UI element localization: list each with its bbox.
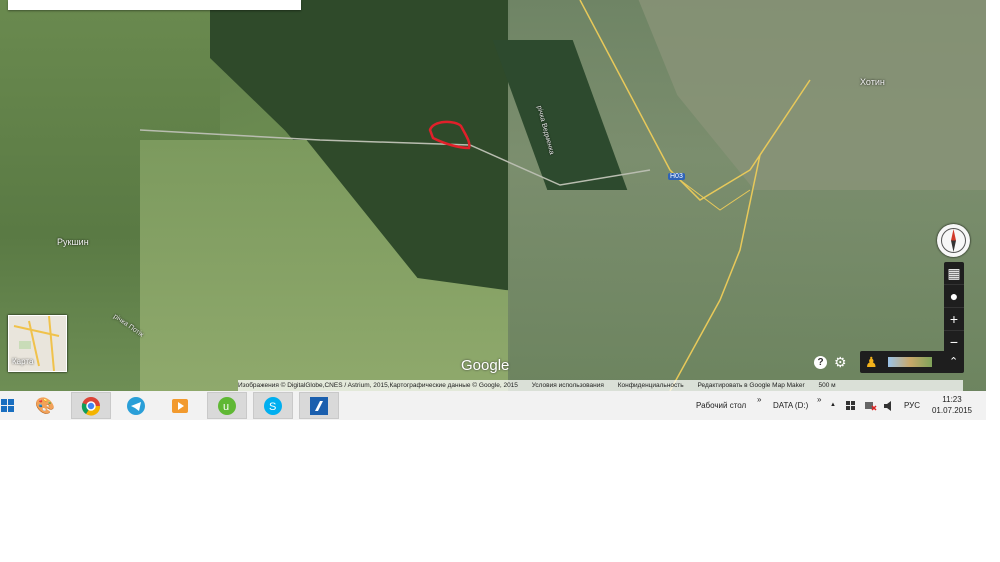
tray-network-icon[interactable] [865, 391, 877, 420]
paint-icon: 🎨 [35, 397, 55, 415]
svg-text:S: S [269, 401, 276, 413]
street-view-grid-icon[interactable]: ▦ [944, 262, 964, 285]
taskbar-telegram[interactable] [116, 392, 156, 419]
screen: Хотин Рукшин річка Ведменка річка Потік … [0, 0, 986, 420]
help-button[interactable]: ? [814, 356, 827, 369]
tray-language[interactable]: РУС [904, 391, 920, 420]
volume-icon [884, 400, 891, 411]
settings-gear-icon[interactable]: ⚙ [834, 354, 847, 371]
taskbar-paint[interactable]: 🎨 [25, 392, 65, 419]
taskbar: 🎨 u S Рабочий стол » DATA (D:) » ▲ РУС 1… [0, 391, 986, 420]
tray-volume-icon[interactable] [884, 391, 894, 420]
telegram-icon [127, 396, 145, 415]
tray-show-hidden-icons[interactable]: ▲ [830, 391, 836, 420]
place-label-rukshyn: Рукшин [57, 237, 89, 247]
tray-chevron-2[interactable]: » [817, 385, 821, 414]
place-label-khotyn: Хотин [860, 77, 885, 87]
attribution-imagery: Изображения © DigitalGlobe,CNES / Astriu… [238, 382, 518, 389]
windows-icon [1, 398, 14, 412]
skype-icon: S [264, 396, 282, 415]
map-controls: ▦ ● + − [944, 262, 964, 354]
blue-app-icon [310, 396, 328, 415]
compass-icon [941, 228, 966, 253]
minimap-label: Карта [12, 357, 34, 366]
media-player-icon [172, 398, 188, 413]
tray-desktop-toolbar[interactable]: Рабочий стол [696, 391, 746, 420]
tray-drive-toolbar[interactable]: DATA (D:) [773, 391, 808, 420]
edit-map-maker-link[interactable]: Редактировать в Google Map Maker [697, 382, 804, 389]
action-center-flag-icon [846, 400, 855, 410]
clock-time: 11:23 [942, 395, 962, 404]
road-network [139, 0, 811, 391]
my-location-icon[interactable]: ● [944, 285, 964, 308]
compass-control[interactable] [937, 224, 970, 257]
imagery-strip[interactable]: ♟ ⌃ [860, 351, 964, 373]
pegman-icon[interactable]: ♟ [865, 354, 878, 371]
clock-date: 01.07.2015 [931, 406, 973, 415]
map-search-box[interactable] [8, 0, 301, 10]
zoom-in-button[interactable]: + [944, 308, 964, 331]
terms-link[interactable]: Условия использования [532, 382, 604, 389]
start-button[interactable] [0, 392, 16, 419]
taskbar-utorrent[interactable]: u [207, 392, 247, 419]
taskbar-media-player[interactable] [160, 392, 200, 419]
taskbar-blue-app[interactable] [299, 392, 339, 419]
photo-thumbnails[interactable] [888, 357, 932, 367]
taskbar-skype[interactable]: S [253, 392, 293, 419]
satellite-map[interactable]: Хотин Рукшин річка Ведменка річка Потік … [0, 0, 986, 391]
chrome-icon [81, 396, 101, 416]
network-icon [865, 401, 877, 411]
google-logo: Google [461, 357, 510, 374]
red-marked-area [428, 120, 471, 150]
map-mode-toggle[interactable]: Карта [8, 315, 67, 372]
tray-clock[interactable]: 11:23 01.07.2015 [931, 394, 973, 416]
svg-text:u: u [223, 401, 229, 413]
tray-flag-icon[interactable] [846, 391, 856, 420]
map-attribution-bar: Изображения © DigitalGlobe,CNES / Astriu… [238, 380, 963, 391]
road-number-badge: Н03 [668, 173, 685, 180]
tray-chevron-1[interactable]: » [757, 385, 761, 414]
expand-chevron-icon[interactable]: ⌃ [949, 355, 958, 368]
utorrent-icon: u [218, 396, 236, 415]
taskbar-chrome[interactable] [71, 392, 111, 419]
privacy-link[interactable]: Конфиденциальность [618, 382, 684, 389]
